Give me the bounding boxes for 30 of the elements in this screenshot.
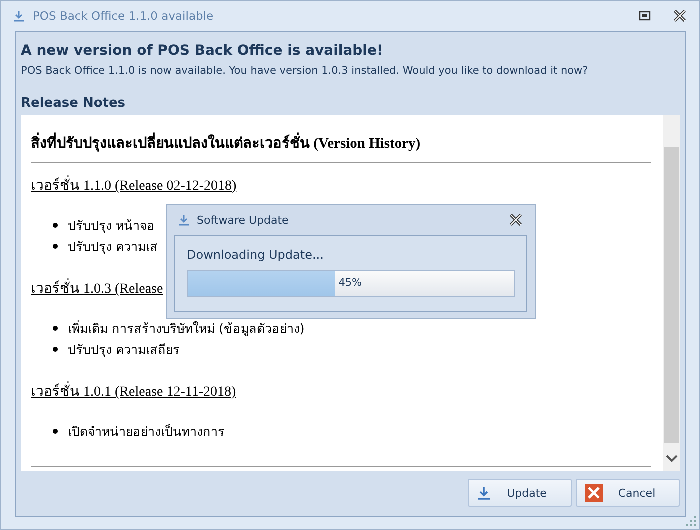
update-button[interactable]: Update [468, 479, 572, 507]
restore-icon[interactable] [639, 11, 651, 21]
window-title: POS Back Office 1.1.0 available [33, 9, 214, 23]
change-item: เพิ่มเติม การสร้างบริษัทใหม่ (ข้อมูลตัวอย่าง) [68, 319, 305, 338]
bullet-icon [53, 244, 58, 249]
message-text: POS Back Office 1.1.0 is now available. You have version 1.0.3 installed. Would you like to download it now? [21, 65, 590, 77]
change-item: ปรับปรุง หน้าจอ [68, 217, 155, 236]
close-icon[interactable] [673, 10, 687, 22]
scrollbar[interactable] [663, 115, 680, 471]
bullet-icon [53, 347, 58, 352]
headline: A new version of POS Back Office is available! [21, 43, 384, 59]
status-text: Downloading Update... [187, 248, 325, 262]
cancel-button[interactable]: Cancel [576, 479, 680, 507]
dialog-title: Software Update [197, 214, 289, 226]
section-label: Release Notes [21, 96, 127, 111]
change-item: ปรับปรุง ความเส [68, 238, 158, 256]
bullet-icon [53, 326, 58, 331]
download-icon [477, 486, 491, 500]
download-icon [178, 214, 190, 226]
scroll-down-icon[interactable] [666, 455, 678, 463]
notes-heading: สิ่งที่ปรับปรุงและเปลี่ยนแปลงในแต่ละเวอร์ชั่น (Version History) [31, 131, 651, 154]
progress-reading: 45% [338, 277, 362, 289]
close-icon[interactable] [509, 214, 523, 226]
bullet-icon [53, 223, 58, 228]
change-item: เปิดจำหน่ายอย่างเป็นทางการ [68, 423, 225, 441]
close-icon [585, 484, 603, 502]
change-item: ปรับปรุง ความเสถียร [68, 341, 180, 360]
download-icon [13, 10, 25, 22]
resize-grip-icon[interactable] [686, 516, 696, 526]
bullet-icon [53, 429, 58, 434]
